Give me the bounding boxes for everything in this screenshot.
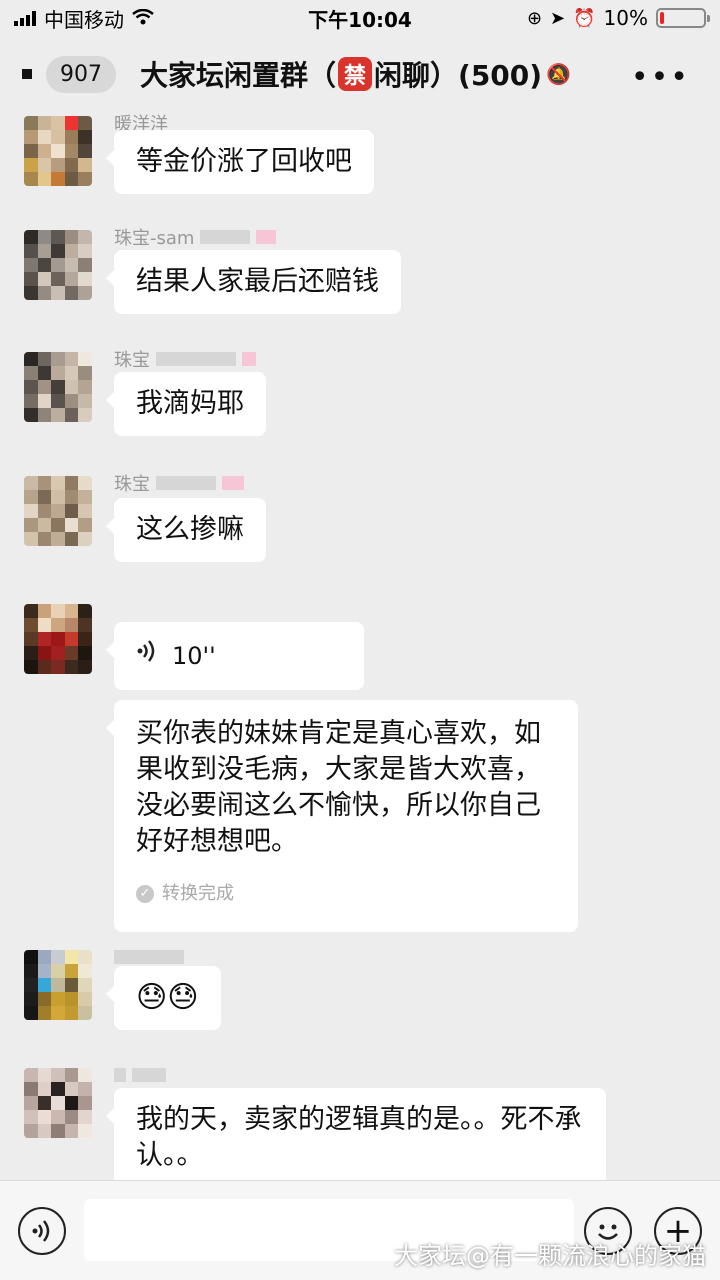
sender-name [114, 1064, 166, 1086]
transcript-bubble[interactable]: 买你表的妹妹肯定是真心喜欢，如果收到没毛病，大家是皆大欢喜，没必要闹这么不愉快，… [106, 700, 578, 932]
sender-name [114, 946, 184, 968]
more-icon[interactable]: ••• [631, 60, 690, 95]
avatar[interactable] [24, 950, 92, 1020]
status-left: 中国移动 [14, 4, 154, 33]
transcript-status: ✓ 转换完成 [136, 876, 556, 912]
watermark: 大家坛@有一颗流浪心的家猫 [394, 1242, 706, 1270]
voice-duration: 10'' [172, 642, 216, 670]
avatar[interactable] [24, 476, 92, 546]
avatar[interactable] [24, 604, 92, 674]
status-right: ⊕ ➤ ⏰ 10% [526, 6, 710, 30]
chat-title: 大家坛闲置群（ 禁 闲聊）(500) 🔕 [140, 54, 571, 94]
signal-icon [14, 10, 36, 26]
message-bubble[interactable]: 结果人家最后还赔钱 [106, 250, 401, 314]
status-bar: 中国移动 下午10:04 ⊕ ➤ ⏰ 10% [0, 0, 720, 36]
voice-wave-icon [136, 638, 158, 674]
battery-level [660, 12, 665, 24]
sender-name: 珠宝-sam [114, 226, 277, 249]
unread-count-badge[interactable]: 907 [46, 55, 116, 93]
battery-icon [656, 8, 710, 28]
ban-badge: 禁 [338, 57, 373, 91]
sender-name: 珠宝 [114, 348, 256, 371]
avatar[interactable] [24, 352, 92, 422]
mute-icon: 🔕 [546, 62, 571, 86]
avatar[interactable] [24, 116, 92, 186]
avatar[interactable] [24, 230, 92, 300]
location-icon: ➤ [550, 7, 566, 29]
message-bubble[interactable]: 我的天，卖家的逻辑真的是。。死不承认。。 [106, 1088, 606, 1180]
check-icon: ✓ [136, 885, 154, 903]
message-list[interactable]: 暖洋洋 等金价涨了回收吧 珠宝-sam 结果人家最后还赔钱 珠宝 我滴妈耶 珠宝… [0, 112, 720, 1180]
message-bubble[interactable]: 我滴妈耶 [106, 372, 266, 436]
voice-icon[interactable] [18, 1207, 66, 1255]
message-bubble[interactable]: 等金价涨了回收吧 [106, 130, 374, 194]
transcript-status-label: 转换完成 [162, 883, 234, 904]
voice-message-bubble[interactable]: 10'' [106, 622, 364, 690]
message-bubble[interactable]: 这么掺嘛 [106, 498, 266, 562]
battery-percent: 10% [603, 6, 648, 30]
alarm-icon: ⏰ [573, 7, 596, 29]
carrier-label: 中国移动 [44, 7, 124, 32]
sender-name: 珠宝 [114, 472, 244, 495]
transcript-text: 买你表的妹妹肯定是真心喜欢，如果收到没毛病，大家是皆大欢喜，没必要闹这么不愉快，… [136, 718, 541, 857]
title-part-1: 大家坛闲置群（ [140, 59, 337, 92]
back-icon[interactable] [22, 69, 32, 79]
orientation-lock-icon: ⊕ [526, 7, 543, 29]
chat-header: 907 大家坛闲置群（ 禁 闲聊）(500) 🔕 ••• [0, 36, 720, 112]
voice-message: 10'' [136, 638, 342, 674]
title-part-2: 闲聊）(500) [374, 59, 543, 92]
avatar[interactable] [24, 1068, 92, 1138]
message-bubble[interactable]: 😓😓 [106, 966, 221, 1030]
wifi-icon [132, 6, 154, 30]
